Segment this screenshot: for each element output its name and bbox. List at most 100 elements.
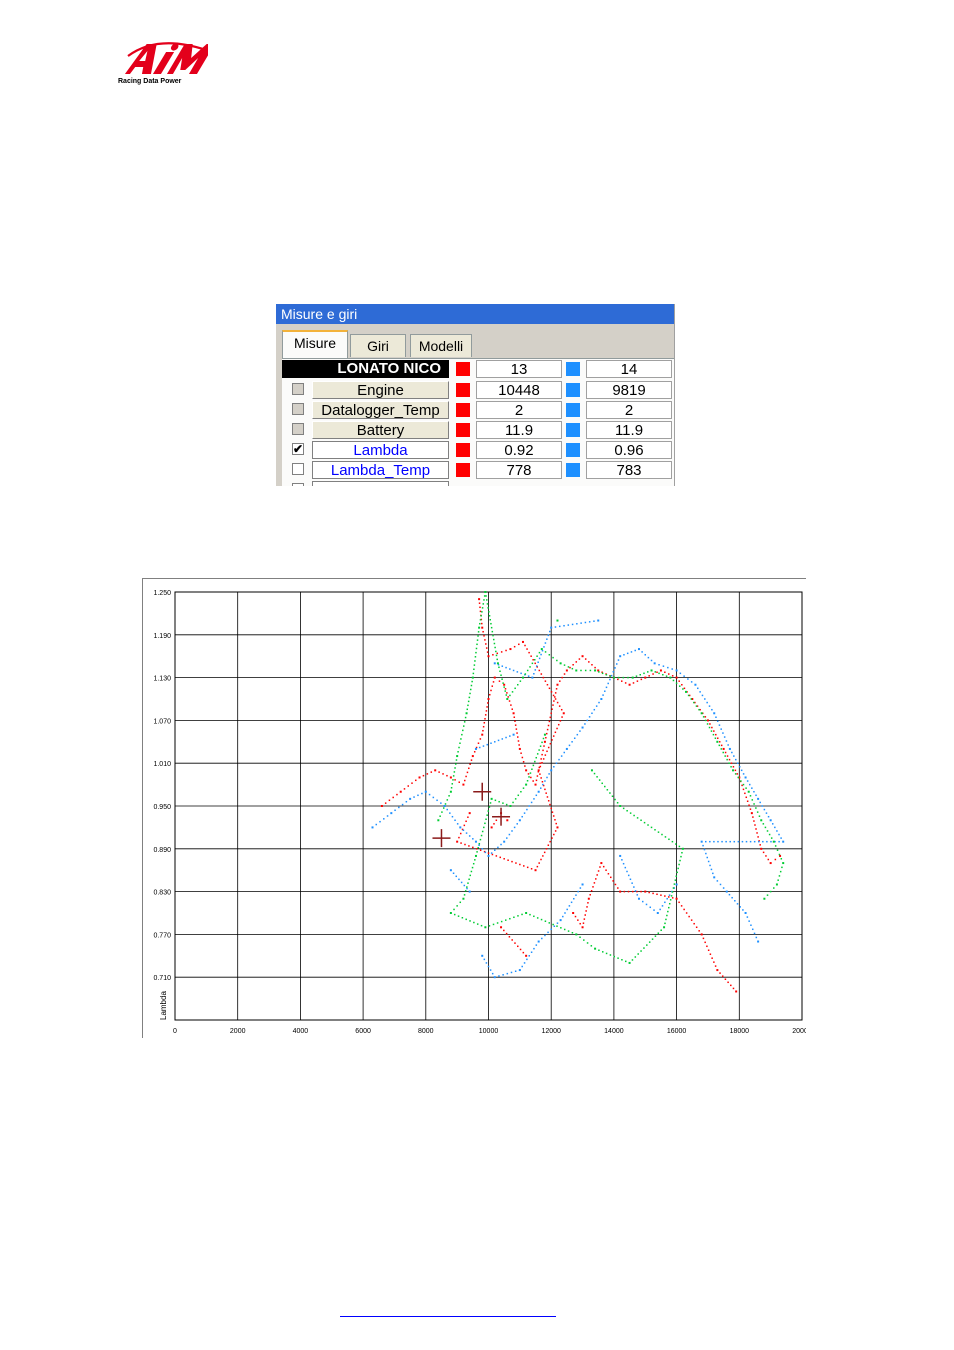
trail-point xyxy=(498,975,500,977)
data-point xyxy=(487,655,490,658)
trail-point xyxy=(403,788,406,790)
trail-point xyxy=(528,651,530,654)
trail-point xyxy=(436,799,438,802)
trail-point xyxy=(721,840,723,843)
chart-border-top xyxy=(142,578,806,579)
channel-checkbox[interactable] xyxy=(292,423,304,435)
trail-point xyxy=(464,779,466,782)
trail-point xyxy=(479,738,482,740)
trail-point xyxy=(455,759,458,761)
trail-point xyxy=(523,865,525,867)
data-point xyxy=(534,783,537,786)
tab-misure[interactable]: Misure xyxy=(282,330,348,358)
trail-point xyxy=(559,720,562,722)
trail-point xyxy=(554,698,557,700)
y-tick-label: 1.070 xyxy=(153,718,171,725)
channel-button[interactable]: Lambda xyxy=(312,441,449,459)
trail-point xyxy=(478,602,481,604)
channel-button[interactable]: Datalogger_Temp xyxy=(312,401,449,419)
data-point xyxy=(531,676,534,679)
trail-point xyxy=(542,783,544,786)
tab-giri[interactable]: Giri xyxy=(350,334,406,357)
trail-point xyxy=(473,664,476,666)
trail-point xyxy=(521,815,523,818)
data-point xyxy=(506,698,509,700)
data-point xyxy=(713,876,716,879)
trail-point xyxy=(490,742,492,744)
data-point xyxy=(744,776,747,779)
channel-value-b: 0.96 xyxy=(586,441,672,459)
trail-point xyxy=(695,705,698,707)
data-point xyxy=(700,840,703,843)
trail-point xyxy=(547,844,550,846)
trail-point xyxy=(602,865,605,868)
trail-point xyxy=(485,643,487,645)
data-point xyxy=(493,976,496,979)
data-point xyxy=(685,690,688,693)
trail-point xyxy=(538,651,541,654)
channel-checkbox[interactable] xyxy=(292,403,304,415)
trail-point xyxy=(509,694,511,697)
data-point xyxy=(512,733,515,736)
trail-point xyxy=(734,900,736,902)
trail-point xyxy=(467,882,469,884)
trail-point xyxy=(658,664,660,666)
y-tick-label: 0.710 xyxy=(153,975,171,982)
trail-point xyxy=(556,701,559,704)
trail-point xyxy=(661,833,663,836)
trail-point xyxy=(482,603,485,605)
channel-checkbox[interactable] xyxy=(292,383,304,395)
trail-point xyxy=(506,837,508,839)
lap-b-color-swatch[interactable] xyxy=(566,362,580,376)
channel-checkbox[interactable] xyxy=(292,463,304,475)
data-point xyxy=(468,890,471,893)
trail-point xyxy=(459,742,461,744)
chart-canvas[interactable]: 0 2000 4000 6000 8000 10000 12000 14000 16000 180… xyxy=(142,578,811,1038)
x-tick-label: 8000 xyxy=(418,1028,434,1035)
trail-point xyxy=(678,845,681,848)
trail-point xyxy=(562,915,564,918)
trail-point xyxy=(520,790,522,793)
trail-point xyxy=(567,666,570,668)
trail-point xyxy=(481,622,483,625)
trail-point xyxy=(467,700,470,703)
footer-link[interactable] xyxy=(340,1298,556,1317)
data-point xyxy=(619,854,622,857)
y-tick-label: 0.890 xyxy=(153,847,171,854)
trail-point xyxy=(722,732,724,734)
trail-point xyxy=(665,918,667,921)
trail-point xyxy=(469,692,471,695)
x-tick-label: 6000 xyxy=(355,1028,371,1035)
trail-point xyxy=(512,669,515,672)
channel-checkbox-checked[interactable]: ✔ xyxy=(292,443,304,455)
channel-button[interactable]: Lambda_Temp xyxy=(312,461,449,479)
trail-point xyxy=(534,662,536,665)
trail-point xyxy=(520,672,522,675)
trail-point xyxy=(541,741,543,744)
trail-point xyxy=(454,779,456,781)
data-point xyxy=(493,662,496,665)
channel-checkbox[interactable] xyxy=(292,483,304,486)
trail-point xyxy=(690,681,693,683)
data-point xyxy=(706,719,709,722)
data-point xyxy=(490,797,493,800)
trail-point xyxy=(549,630,551,633)
trail-point xyxy=(513,716,516,718)
y-tick-label: 0.950 xyxy=(153,804,171,811)
trail-point xyxy=(473,668,475,671)
channel-button[interactable]: Engine xyxy=(312,381,449,399)
trail-point xyxy=(494,646,496,649)
data-point xyxy=(716,969,719,972)
data-point xyxy=(503,683,506,686)
trail-point xyxy=(725,840,727,843)
channel-button[interactable] xyxy=(312,481,449,486)
trail-point xyxy=(586,906,588,908)
trail-point xyxy=(629,878,632,881)
channel-button[interactable]: Battery xyxy=(312,421,449,439)
lap-a-color-swatch[interactable] xyxy=(456,362,470,376)
tab-modelli[interactable]: Modelli xyxy=(410,334,472,357)
data-point xyxy=(424,790,427,793)
trail-point xyxy=(748,804,750,806)
trail-point xyxy=(776,849,779,851)
trail-point xyxy=(626,652,629,655)
